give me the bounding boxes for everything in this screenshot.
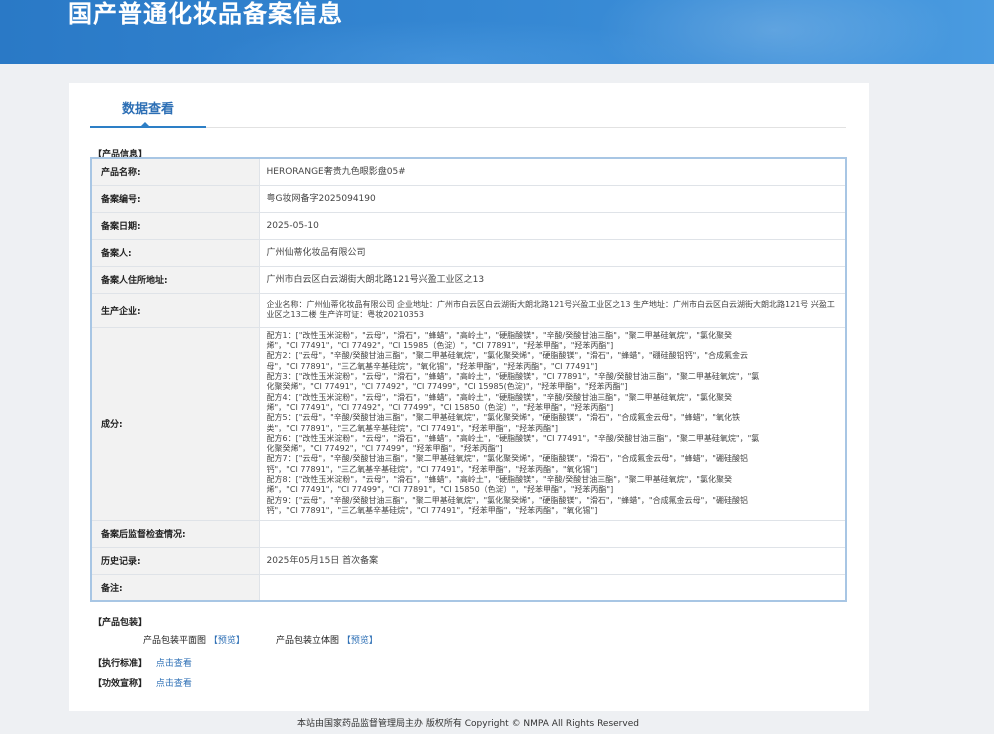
table-row: 产品名称: HERORANGE奢贵九色眼影盘05# [90, 157, 847, 186]
standard-row: 【执行标准】 点击查看 [93, 656, 192, 669]
tab-bar: 数据查看 [90, 83, 846, 128]
efficacy-view-link[interactable]: 点击查看 [156, 679, 192, 689]
ingredient-line: 配方9：["云母"，"辛酸/癸酸甘油三酯"，"聚二甲基硅氧烷"，"氯化聚癸烯"，… [266, 495, 748, 505]
ingredient-line: 配方6：["改性玉米淀粉"，"云母"，"滑石"，"蜂蜡"，"高岭土"，"硬脂酸镁… [266, 433, 760, 443]
efficacy-label: 【功效宣称】 [93, 679, 148, 689]
page-title: 国产普通化妆品备案信息 [68, 0, 343, 28]
table-row: 生产企业: 企业名称：广州仙蒂化妆品有限公司 企业地址：广州市白云区白云湖街大朗… [90, 292, 847, 328]
ingredient-line: 烯"，"CI 77491"，"CI 77492"，"CI 15985（色淀）"，… [266, 341, 614, 351]
row-label: 备案编号: [90, 184, 260, 213]
registrant-address-value: 广州市白云区白云湖街大朗北路121号兴盈工业区之13 [258, 265, 847, 294]
ingredients-value: 配方1：["改性玉米淀粉"，"云母"，"滑石"，"蜂蜡"，"高岭土"，"硬脂酸镁… [258, 326, 847, 521]
packaging-solid-row: 产品包装立体图 【预览】 [276, 633, 378, 646]
row-label: 历史记录: [90, 546, 260, 575]
record-number-value: 粤G妆网备字2025094190 [258, 184, 847, 213]
content-card: 数据查看 【产品信息】 产品名称: HERORANGE奢贵九色眼影盘05# 备案… [69, 83, 869, 711]
packaging-flat-label: 产品包装平面图 [143, 636, 207, 646]
ingredient-line: 配方3：["改性玉米淀粉"，"云母"，"滑石"，"蜂蜡"，"高岭土"，"硬脂酸镁… [266, 372, 760, 382]
efficacy-row: 【功效宣称】 点击查看 [93, 676, 192, 689]
ingredient-line: 化聚癸烯"，"CI 77491"，"CI 77492"，"CI 77499"，"… [266, 382, 628, 392]
ingredient-line: 配方5：["云母"，"辛酸/癸酸甘油三酯"，"聚二甲基硅氧烷"，"氯化聚癸烯"，… [266, 413, 740, 423]
row-label: 备案后监督检查情况: [90, 519, 260, 548]
standard-view-link[interactable]: 点击查看 [156, 659, 192, 669]
manufacturer-value: 企业名称：广州仙蒂化妆品有限公司 企业地址：广州市白云区白云湖街大朗北路121号… [258, 292, 847, 328]
row-label: 成分: [90, 326, 260, 521]
product-info-table: 产品名称: HERORANGE奢贵九色眼影盘05# 备案编号: 粤G妆网备字20… [90, 157, 847, 602]
table-row: 备案后监督检查情况: [90, 519, 847, 548]
registrant-value: 广州仙蒂化妆品有限公司 [258, 238, 847, 267]
ingredient-line: 类"，"CI 77891"，"三乙氧基辛基硅烷"，"CI 77491"，"羟苯甲… [266, 423, 558, 433]
standard-label: 【执行标准】 [93, 659, 148, 669]
record-date-value: 2025-05-10 [258, 211, 847, 240]
table-row: 备案日期: 2025-05-10 [90, 211, 847, 240]
table-row: 备案编号: 粤G妆网备字2025094190 [90, 184, 847, 213]
header-banner: 国产普通化妆品备案信息 [0, 0, 994, 64]
ingredient-line: 配方1：["改性玉米淀粉"，"云母"，"滑石"，"蜂蜡"，"高岭土"，"硬脂酸镁… [266, 330, 732, 340]
footer-copyright: 本站由国家药品监督管理局主办 版权所有 Copyright © NMPA All… [297, 719, 639, 729]
row-label: 备案日期: [90, 211, 260, 240]
table-row: 历史记录: 2025年05月15日 首次备案 [90, 546, 847, 575]
table-row: 成分: 配方1：["改性玉米淀粉"，"云母"，"滑石"，"蜂蜡"，"高岭土"，"… [90, 326, 847, 521]
tab-caret-icon [140, 122, 150, 127]
product-name-value: HERORANGE奢贵九色眼影盘05# [258, 157, 847, 186]
ingredient-line: 配方4：["改性玉米淀粉"，"云母"，"滑石"，"蜂蜡"，"高岭土"，"硬脂酸镁… [266, 392, 732, 402]
ingredient-line: 配方2：["云母"，"辛酸/癸酸甘油三酯"，"聚二甲基硅氧烷"，"氯化聚癸烯"，… [266, 351, 748, 361]
notes-value [258, 573, 847, 602]
packaging-flat-preview-link[interactable]: 【预览】 [209, 636, 245, 646]
tab-data-view[interactable]: 数据查看 [90, 83, 206, 128]
ingredient-line: 配方8：["改性玉米淀粉"，"云母"，"滑石"，"蜂蜡"，"高岭土"，"硬脂酸镁… [266, 474, 732, 484]
table-row: 备案人: 广州仙蒂化妆品有限公司 [90, 238, 847, 267]
ingredient-line: 烯"，"CI 77491"，"CI 77499"，"CI 77891"，"CI … [266, 485, 614, 495]
history-value: 2025年05月15日 首次备案 [258, 546, 847, 575]
ingredient-line: 烯"，"CI 77491"，"CI 77492"，"CI 77499"，"CI … [266, 402, 614, 412]
packaging-heading: 【产品包装】 [93, 618, 148, 628]
row-label: 产品名称: [90, 157, 260, 186]
row-label: 备案人: [90, 238, 260, 267]
packaging-flat-row: 产品包装平面图 【预览】 [143, 633, 245, 646]
packaging-solid-preview-link[interactable]: 【预览】 [342, 636, 378, 646]
ingredient-line: 钙"，"CI 77891"，"三乙氧基辛基硅烷"，"CI 77491"，"羟苯甲… [266, 505, 598, 515]
ingredient-line: 母"，"CI 77891"，"三乙氧基辛基硅烷"，"氧化锡"，"羟苯甲酯"，"羟… [266, 361, 598, 371]
inspection-value [258, 519, 847, 548]
row-label: 备注: [90, 573, 260, 602]
ingredient-line: 钙"，"CI 77891"，"三乙氧基辛基硅烷"，"CI 77491"，"羟苯甲… [266, 464, 598, 474]
table-row: 备案人住所地址: 广州市白云区白云湖街大朗北路121号兴盈工业区之13 [90, 265, 847, 294]
row-label: 备案人住所地址: [90, 265, 260, 294]
row-label: 生产企业: [90, 292, 260, 328]
ingredient-line: 化聚癸烯"，"CI 77492"，"CI 77499"，"羟苯甲酯"，"羟苯丙酯… [266, 444, 503, 454]
packaging-solid-label: 产品包装立体图 [276, 636, 340, 646]
table-row: 备注: [90, 573, 847, 602]
tab-label: 数据查看 [121, 102, 174, 117]
ingredient-line: 配方7：["云母"，"辛酸/癸酸甘油三酯"，"聚二甲基硅氧烷"，"氯化聚癸烯"，… [266, 454, 748, 464]
